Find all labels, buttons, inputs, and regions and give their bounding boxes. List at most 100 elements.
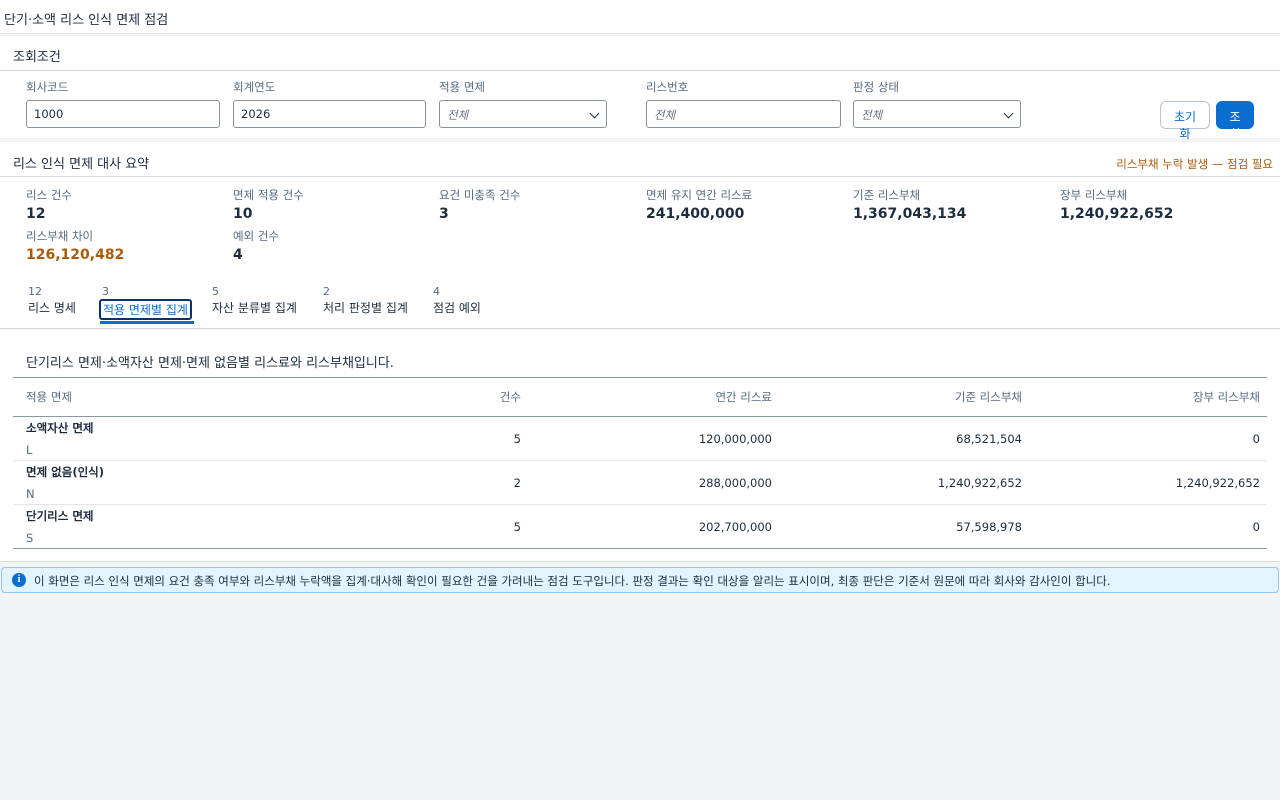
book-liability-cell: 1,240,922,652 [1029, 460, 1267, 505]
fiscal-year-input[interactable]: 2026 [233, 100, 426, 128]
base-liability-cell: 68,521,504 [779, 416, 1029, 461]
base-liability-cell: 1,240,922,652 [779, 460, 1029, 505]
lease-no-field: 리스번호 전체 [646, 79, 841, 128]
base-liability-cell: 57,598,978 [956, 519, 1022, 534]
exemption-code: S [26, 531, 34, 545]
exemption-name: 소액자산 면제 [26, 421, 94, 435]
summary-title: 리스 인식 면제 대사 요약 리스부채 누락 발생 — 점검 필요 [0, 142, 1280, 177]
search-conditions-panel: 조회조건 회사코드 1000 회계연도 2026 적용 면제 전체 리스번호 전… [0, 36, 1280, 141]
column-header[interactable]: 장부 리스부채 [1029, 377, 1267, 417]
kpi-liability-diff: 리스부채 차이 126,120,482 [26, 228, 124, 263]
table-row[interactable]: 소액자산 면제 L 5 120,000,000 68,521,504 0 [13, 416, 1267, 461]
kpi-book-liability: 장부 리스부채 1,240,922,652 [1060, 187, 1173, 222]
status-field: 판정 상태 전체 [853, 79, 1021, 128]
exemption-cell: 단기리스 면제 S [13, 505, 403, 549]
kpi-value: 3 [439, 206, 449, 222]
lease-no-input[interactable]: 전체 [646, 100, 841, 128]
status-label: 판정 상태 [853, 80, 899, 94]
exemption-name: 면제 없음(인식) [26, 465, 104, 479]
tab-count: 12 [28, 285, 42, 298]
annual-payment-cell: 202,700,000 [698, 519, 772, 534]
kpi-value: 12 [26, 206, 46, 222]
company-code-input[interactable]: 1000 [26, 100, 220, 128]
kpi-unmet-count: 요건 미충족 건수 3 [439, 187, 520, 222]
fiscal-year-label: 회계연도 [233, 80, 276, 94]
tab-lease-detail[interactable]: 12 리스 명세 [28, 285, 76, 316]
column-header[interactable]: 건수 [403, 377, 528, 417]
exemption-select[interactable]: 전체 [439, 100, 607, 128]
kpi-label: 면제 유지 연간 리스료 [646, 188, 753, 202]
exemption-select-value: 전체 [447, 108, 469, 122]
tab-content: 단기리스 면제·소액자산 면제·면제 없음별 리스료와 리스부채입니다. 적용 … [0, 330, 1280, 562]
company-code-label: 회사코드 [26, 80, 69, 94]
tab-bar: 12 리스 명세 3 적용 면제별 집계 5 자산 분류별 집계 2 처리 판정… [0, 273, 1280, 329]
exemption-name: 단기리스 면제 [26, 509, 94, 523]
book-liability-cell: 0 [1252, 519, 1260, 534]
exemption-label: 적용 면제 [439, 80, 485, 94]
filter-bar: 회사코드 1000 회계연도 2026 적용 면제 전체 리스번호 전체 판정 … [0, 71, 1280, 141]
kpi-label: 기준 리스부채 [853, 188, 921, 202]
count-cell: 5 [403, 416, 528, 461]
search-button[interactable]: 조회 [1216, 101, 1254, 141]
kpi-value: 1,367,043,134 [853, 206, 967, 222]
kpi-label: 예외 건수 [233, 229, 279, 243]
kpi-value: 4 [233, 247, 243, 263]
column-header[interactable]: 기준 리스부채 [779, 377, 1029, 417]
table-row[interactable]: 면제 없음(인식) N 2 288,000,000 1,240,922,652 … [13, 460, 1267, 505]
kpi-exempt-count: 면제 적용 건수 10 [233, 187, 304, 222]
reset-button[interactable]: 초기화 [1160, 101, 1210, 141]
kpi-value: 1,240,922,652 [1060, 206, 1174, 222]
book-liability-cell: 0 [1029, 416, 1267, 461]
kpi-annual-payment: 면제 유지 연간 리스료 241,400,000 [646, 187, 752, 222]
exemption-cell: 면제 없음(인식) N [13, 460, 403, 505]
info-icon: i [12, 573, 26, 587]
column-header[interactable]: 적용 면제 [13, 377, 403, 417]
tab-exceptions[interactable]: 4 점검 예외 [433, 285, 481, 316]
kpi-value: 241,400,000 [646, 206, 745, 222]
conditions-title: 조회조건 [0, 36, 1280, 71]
table-row[interactable]: 단기리스 면제 S 5 202,700,000 57,598,978 0 [13, 505, 1267, 549]
tab-count: 2 [323, 285, 330, 298]
table-description: 단기리스 면제·소액자산 면제·면제 없음별 리스료와 리스부채입니다. [26, 356, 394, 371]
status-select[interactable]: 전체 [853, 100, 1021, 128]
lease-no-label: 리스번호 [646, 80, 689, 94]
kpi-label: 장부 리스부채 [1060, 188, 1128, 202]
active-tab-indicator [100, 321, 194, 324]
count-cell: 2 [403, 460, 528, 505]
exemption-code: N [26, 487, 35, 501]
kpi-value: 10 [233, 206, 253, 222]
tab-by-decision[interactable]: 2 처리 판정별 집계 [323, 285, 408, 316]
kpi-value: 126,120,482 [26, 247, 125, 263]
info-message-strip: i 이 화면은 리스 인식 면제의 요건 충족 여부와 리스부채 누락액을 집계… [1, 567, 1279, 593]
kpi-base-liability: 기준 리스부채 1,367,043,134 [853, 187, 966, 222]
kpi-label: 요건 미충족 건수 [439, 188, 521, 202]
kpi-lease-count: 리스 건수 12 [26, 187, 72, 222]
annual-payment-cell: 120,000,000 [528, 416, 779, 461]
summary-title-text: 리스 인식 면제 대사 요약 [13, 157, 150, 172]
kpi-grid: 리스 건수 12 면제 적용 건수 10 요건 미충족 건수 3 면제 유지 연… [0, 177, 1280, 272]
exemption-cell: 소액자산 면제 L [13, 416, 403, 461]
kpi-label: 리스부채 차이 [26, 229, 94, 243]
tab-by-asset-class[interactable]: 5 자산 분류별 집계 [212, 285, 297, 316]
tab-count: 3 [102, 285, 109, 298]
status-select-value: 전체 [861, 108, 883, 122]
chevron-down-icon [589, 108, 600, 119]
kpi-label: 리스 건수 [26, 188, 72, 202]
tab-label: 처리 판정별 집계 [323, 301, 408, 315]
column-header[interactable]: 연간 리스료 [528, 377, 779, 417]
exemption-field: 적용 면제 전체 [439, 79, 607, 128]
exemption-summary-table: 적용 면제 건수 연간 리스료 기준 리스부채 장부 리스부채 소액자산 면제 … [13, 377, 1267, 549]
info-message-text: 이 화면은 리스 인식 면제의 요건 충족 여부와 리스부채 누락액을 집계·대… [34, 574, 1111, 588]
company-code-field: 회사코드 1000 [26, 79, 220, 128]
fiscal-year-field: 회계연도 2026 [233, 79, 426, 128]
kpi-label: 면제 적용 건수 [233, 188, 304, 202]
tab-by-exemption[interactable]: 3 적용 면제별 집계 [99, 285, 194, 324]
tab-label: 적용 면제별 집계 [99, 299, 192, 320]
kpi-exception-count: 예외 건수 4 [233, 228, 279, 263]
tab-label: 자산 분류별 집계 [212, 301, 297, 315]
summary-panel: 리스 인식 면제 대사 요약 리스부채 누락 발생 — 점검 필요 리스 건수 … [0, 142, 1280, 273]
annual-payment-cell: 288,000,000 [528, 460, 779, 505]
warning-link[interactable]: 리스부채 누락 발생 — 점검 필요 [1116, 156, 1273, 172]
table-header-row: 적용 면제 건수 연간 리스료 기준 리스부채 장부 리스부채 [13, 377, 1267, 417]
chevron-down-icon [1003, 108, 1014, 119]
